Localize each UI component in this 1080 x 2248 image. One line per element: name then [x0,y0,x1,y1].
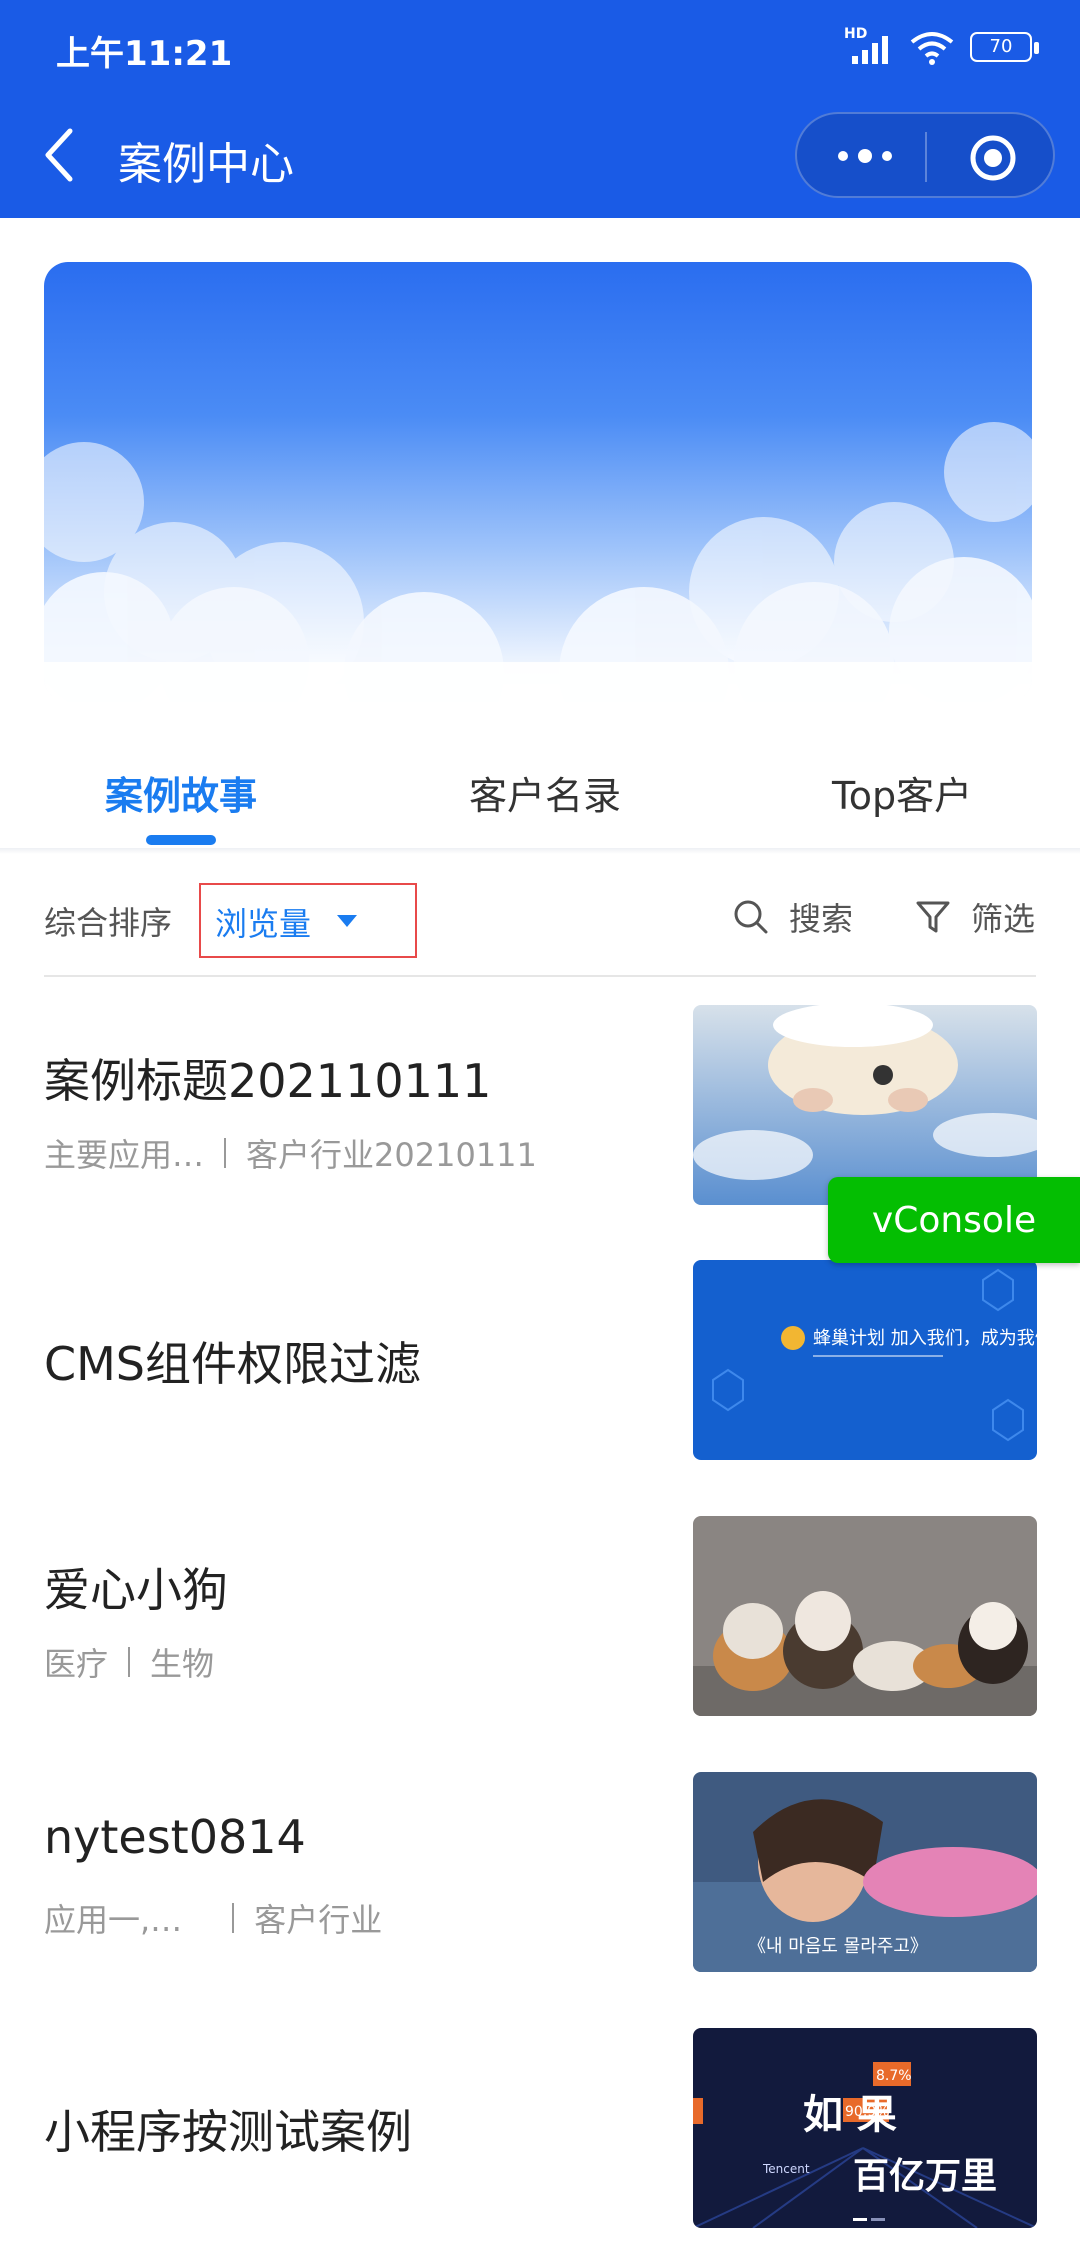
filter-label: 筛选 [971,900,1036,938]
thumb-text: 《내 마음도 몰라주고》 [748,1936,928,1957]
case-application: 医疗 [44,1645,109,1683]
tab-top-customers[interactable]: Top客户 [832,765,972,820]
case-industry: 客户行业 [254,1901,383,1939]
caret-down-icon [337,915,357,927]
thumb-headline: 如 果 [803,2092,897,2138]
search-button[interactable]: 搜索 [733,894,853,940]
thumb-stat-a: 8.7% [876,2068,912,2084]
thumb-subheadline: 百亿万里 [853,2156,997,2197]
meta-separator [128,1647,131,1677]
back-icon[interactable] [40,125,80,185]
sort-views-label: 浏览量 [215,905,312,943]
case-list-item[interactable]: CMS组件权限过滤 蜂巢计划 加入我们，成为我们的伙伴! [0,1260,1080,1460]
case-meta: 应用一,… 客户行业 [44,1895,382,1941]
case-thumbnail: 蜂巢计划 加入我们，成为我们的伙伴! [693,1260,1037,1460]
case-thumbnail [693,1005,1037,1205]
sort-comprehensive[interactable]: 综合排序 [44,898,172,944]
meta-separator [232,1903,235,1933]
case-thumbnail: 《내 마음도 몰라주고》 [693,1772,1037,1972]
filter-button[interactable]: 筛选 [915,894,1035,940]
search-icon [734,900,768,934]
banner-image[interactable] [44,262,1032,702]
case-thumbnail [693,1516,1037,1716]
tab-active-indicator [146,835,216,845]
close-target-icon[interactable] [969,134,1017,182]
tabs-shadow [0,848,1080,854]
case-title: 小程序按测试案例 [44,2105,412,2159]
wifi-icon [910,32,954,65]
meta-separator [224,1138,227,1168]
case-title: nytest0814 [44,1810,306,1864]
capsule-divider [925,132,927,182]
tab-customer-directory[interactable]: 客户名录 [469,765,621,820]
filter-bar: 综合排序 浏览量 搜索 筛选 [0,880,1080,975]
thumb-brand: Tencent [762,2162,810,2176]
case-title: CMS组件权限过滤 [44,1337,422,1391]
top-bar: 上午11:21 HD 70 案例中心 [0,0,1080,218]
hd-signal-icon: HD [844,26,894,66]
vconsole-button[interactable]: vConsole [828,1177,1080,1263]
thumb-text: 蜂巢计划 加入我们，成为我们的伙伴! [813,1328,1037,1349]
page-title: 案例中心 [118,139,294,190]
sort-views-dropdown[interactable]: 浏览量 [199,883,417,958]
status-time: 上午11:21 [56,34,233,74]
case-meta: 医疗 生物 [44,1639,214,1685]
tab-bar: 案例故事 客户名录 Top客户 [0,735,1080,850]
case-industry: 客户行业20210111 [246,1136,537,1174]
case-meta: 主要应用… 客户行业20210111 [44,1130,537,1176]
case-industry: 生物 [150,1645,215,1683]
status-icons: HD 70 [844,26,1040,68]
case-list-item[interactable]: nytest0814 应用一,… 客户行业 《내 마음도 몰라주고》 [0,1772,1080,1972]
case-list-item[interactable]: 小程序按测试案例 8.7% 90.9% 如 果 百亿万里 Tencent [0,2028,1080,2228]
more-icon[interactable] [835,144,895,168]
mini-program-capsule [795,112,1055,198]
case-application: 主要应用… [44,1136,205,1174]
battery-icon: 70 [970,32,1040,64]
cloud-illustration [44,422,1032,702]
filter-divider [44,975,1036,977]
search-label: 搜索 [789,900,854,938]
case-title: 案例标题202110111 [44,1054,492,1108]
case-application: 应用一,… [44,1901,183,1939]
case-thumbnail: 8.7% 90.9% 如 果 百亿万里 Tencent [693,2028,1037,2228]
tab-case-stories[interactable]: 案例故事 [105,765,257,820]
case-list-item[interactable]: 爱心小狗 医疗 生物 [0,1516,1080,1716]
case-title: 爱心小狗 [44,1563,228,1617]
filter-funnel-icon [916,901,950,933]
